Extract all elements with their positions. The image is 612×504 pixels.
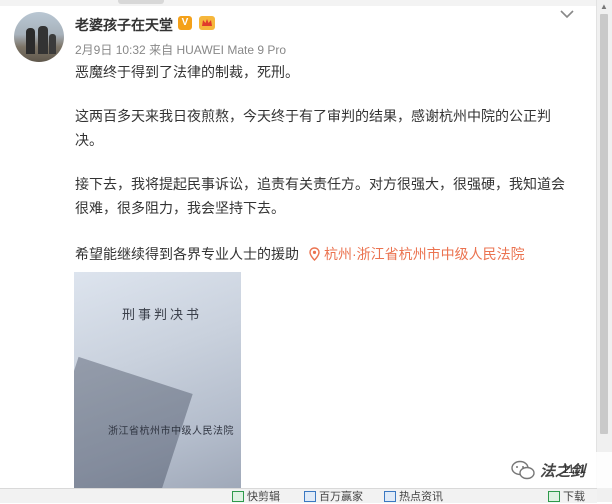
watermark: 法之剑	[500, 452, 612, 488]
document-court-name: 浙江省杭州市中级人民法院	[108, 426, 234, 437]
video-icon	[232, 490, 244, 502]
toolbar-item[interactable]: 百万赢家	[304, 489, 363, 503]
post-paragraph: 恶魔终于得到了法律的制裁，死刑。	[75, 64, 299, 80]
verified-badge-icon: V	[178, 16, 192, 30]
bottom-toolbar: 快剪辑 百万赢家 热点资讯 下载	[0, 488, 597, 503]
trophy-icon	[304, 490, 316, 502]
download-icon	[548, 490, 560, 502]
location-pin-icon	[309, 247, 320, 261]
document-title: 刑事判决书	[122, 308, 203, 323]
post-image[interactable]: 刑事判决书 浙江省杭州市中级人民法院	[74, 272, 241, 490]
post-paragraph: 这两百多天来我日夜煎熬，今天终于有了审判的结果，感谢杭州中院的公正判决。	[75, 108, 551, 148]
avatar[interactable]	[14, 12, 64, 62]
chevron-down-icon[interactable]	[559, 9, 575, 19]
toolbar-item[interactable]: 快剪辑	[232, 489, 280, 503]
post-meta: 2月9日 10:32 来自 HUAWEI Mate 9 Pro	[75, 41, 286, 58]
avatar-figure	[26, 28, 35, 54]
scrollbar[interactable]: ▲	[596, 0, 612, 502]
watermark-number: 1111	[562, 462, 587, 476]
post-paragraph: 接下去，我将提起民事诉讼，追责有关责任方。对方很强大，很强硬，我知道会很难，很多…	[75, 176, 565, 216]
avatar-figure	[38, 26, 48, 54]
news-icon	[384, 490, 396, 502]
source-prefix: 来自	[149, 43, 174, 57]
location-text[interactable]: 杭州·浙江省杭州市中级人民法院	[324, 242, 525, 266]
scroll-thumb[interactable]	[600, 14, 608, 434]
post-date[interactable]: 2月9日	[75, 43, 112, 57]
top-strip	[0, 0, 597, 6]
top-tab-indicator	[118, 0, 164, 4]
toolbar-item[interactable]: 热点资讯	[384, 489, 443, 503]
crown-icon[interactable]	[198, 15, 216, 31]
username[interactable]: 老婆孩子在天堂	[75, 15, 173, 35]
post-time[interactable]: 10:32	[116, 43, 146, 57]
avatar-figure	[49, 34, 56, 54]
device-source[interactable]: HUAWEI Mate 9 Pro	[176, 43, 286, 57]
wechat-logo-icon	[511, 460, 535, 480]
scroll-up-icon[interactable]: ▲	[600, 2, 608, 11]
location-link[interactable]: 杭州·浙江省杭州市中级人民法院	[309, 242, 525, 266]
toolbar-item[interactable]: 下载	[548, 489, 585, 503]
